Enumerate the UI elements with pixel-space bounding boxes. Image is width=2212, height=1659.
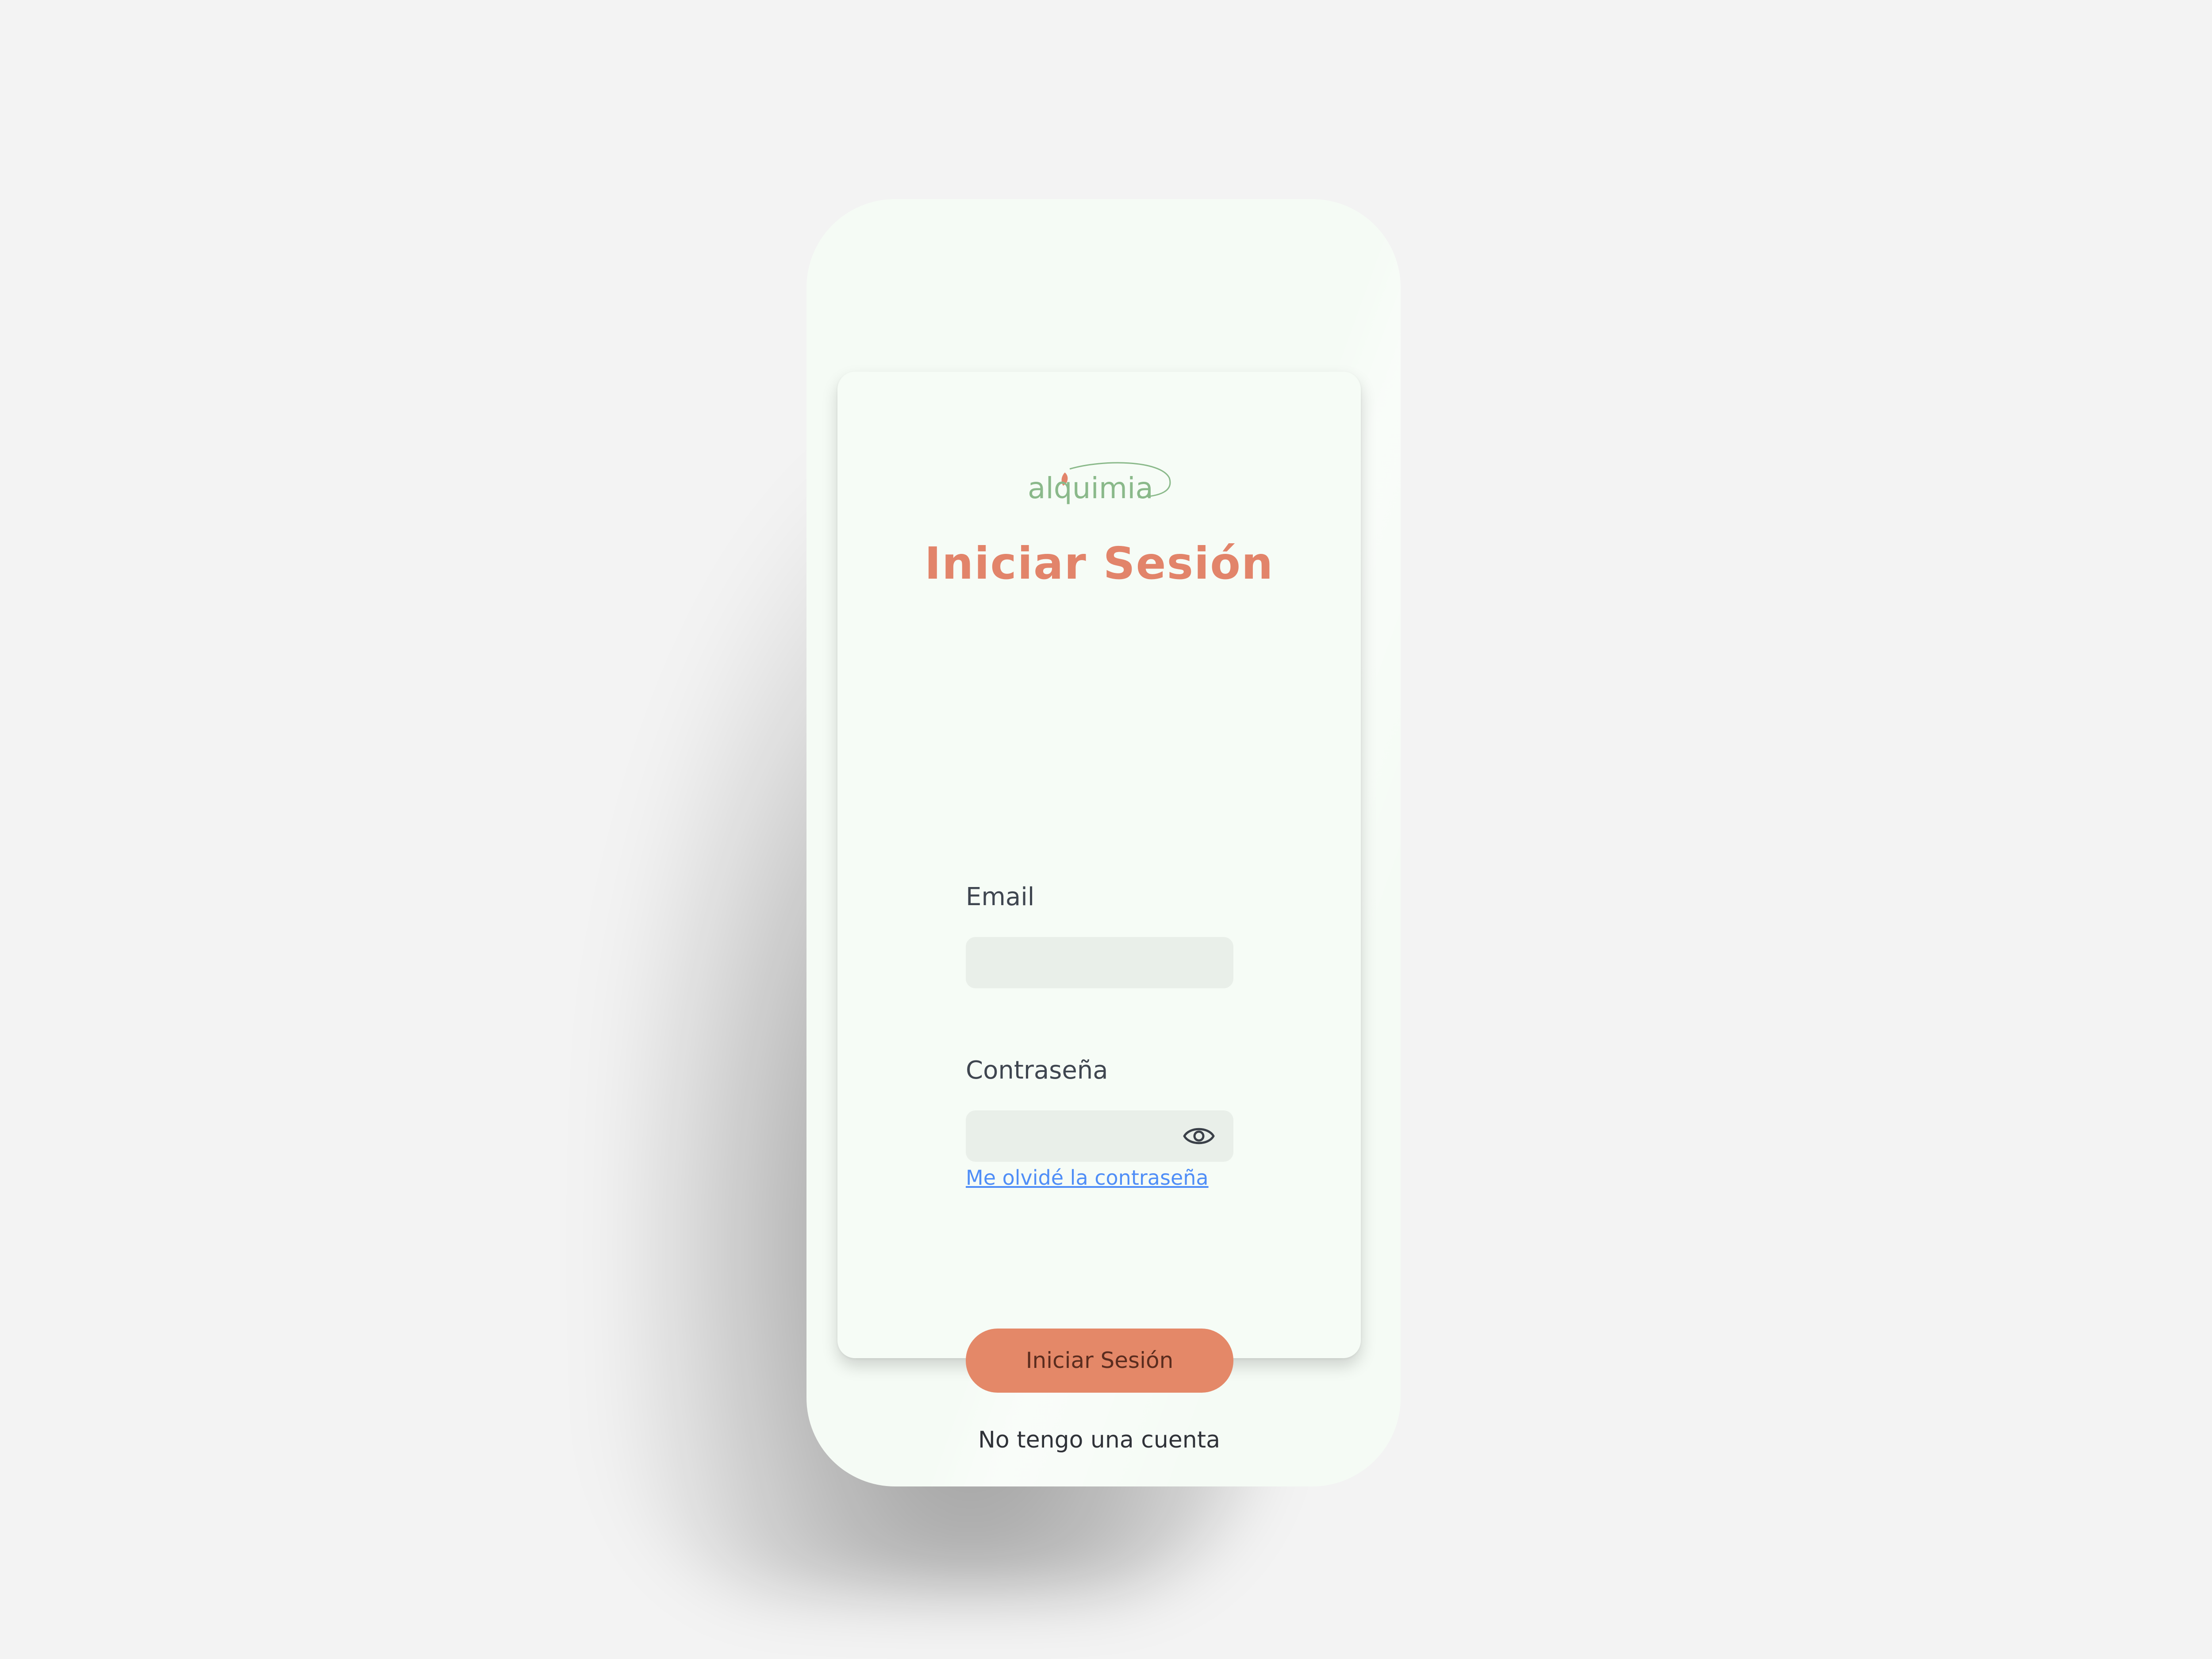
email-label: Email xyxy=(966,883,1035,911)
login-button[interactable]: Iniciar Sesión xyxy=(966,1329,1233,1393)
page-title: Iniciar Sesión xyxy=(924,538,1274,589)
brand-logo: alquimia xyxy=(1028,460,1174,509)
eye-icon xyxy=(1183,1128,1215,1144)
phone-frame: alquimia Iniciar Sesión Email Contraseña… xyxy=(806,199,1401,1486)
show-password-toggle[interactable] xyxy=(1183,1121,1215,1152)
password-label: Contraseña xyxy=(966,1056,1108,1085)
logo-text: alquimia xyxy=(1028,471,1153,505)
alquimia-logo-icon: alquimia xyxy=(1028,462,1171,505)
login-card: alquimia Iniciar Sesión Email Contraseña… xyxy=(837,372,1361,1453)
stage: alquimia Iniciar Sesión Email Contraseña… xyxy=(0,0,2212,1659)
signup-link[interactable]: No tengo una cuenta xyxy=(837,1427,1361,1453)
email-field[interactable] xyxy=(966,937,1233,988)
forgot-password-link[interactable]: Me olvidé la contraseña xyxy=(966,1166,1209,1190)
